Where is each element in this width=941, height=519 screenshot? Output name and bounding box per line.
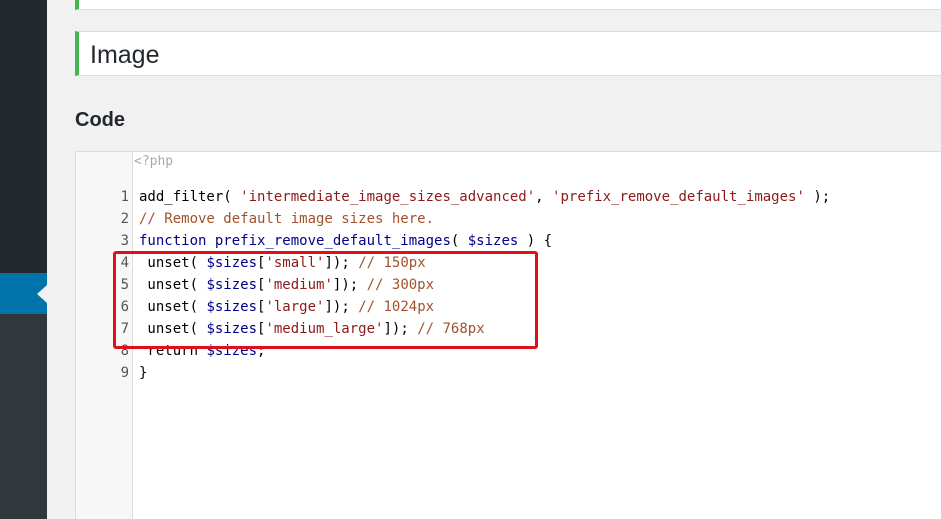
code-line[interactable]: 2 // Remove default image sizes here. [76, 208, 941, 230]
code-token: function [139, 233, 207, 249]
line-number: 2 [120, 211, 129, 227]
code-token: 'intermediate_image_sizes_advanced' [240, 189, 536, 205]
line-number: 9 [120, 365, 129, 381]
code-line[interactable]: 1 add_filter( 'intermediate_image_sizes_a… [76, 186, 941, 208]
line-number: 3 [120, 233, 129, 249]
code-text: function prefix_remove_default_images( $… [139, 230, 552, 252]
line-number: 1 [120, 189, 129, 205]
active-menu-arrow-icon [37, 285, 47, 303]
sidebar-submenu-area [0, 314, 47, 519]
code-text: // Remove default image sizes here. [139, 208, 434, 230]
code-token: $sizes [467, 233, 519, 249]
code-token: , [535, 189, 553, 205]
php-open-tag: <?php [134, 154, 174, 169]
highlight-annotation-box [113, 251, 538, 349]
code-token: ( [450, 233, 468, 249]
code-section-heading: Code [75, 109, 125, 131]
code-line[interactable]: 3 function prefix_remove_default_images( … [76, 230, 941, 252]
code-token: ) { [518, 233, 553, 249]
title-input-value: Image [90, 41, 160, 69]
previous-field-box[interactable] [75, 0, 941, 10]
code-token: 'prefix_remove_default_images' [552, 189, 805, 205]
admin-sidebar [0, 0, 47, 519]
code-token: add_filter( [139, 189, 241, 205]
code-token: ); [804, 189, 831, 205]
code-line[interactable]: 9} [76, 362, 941, 384]
code-token: // Remove default image sizes here. [139, 211, 435, 227]
code-text: add_filter( 'intermediate_image_sizes_ad… [139, 186, 830, 208]
code-token: } [139, 365, 148, 381]
title-field[interactable]: Image [75, 31, 941, 76]
code-token: prefix_remove_default_images [214, 233, 451, 249]
code-text: } [139, 362, 147, 384]
